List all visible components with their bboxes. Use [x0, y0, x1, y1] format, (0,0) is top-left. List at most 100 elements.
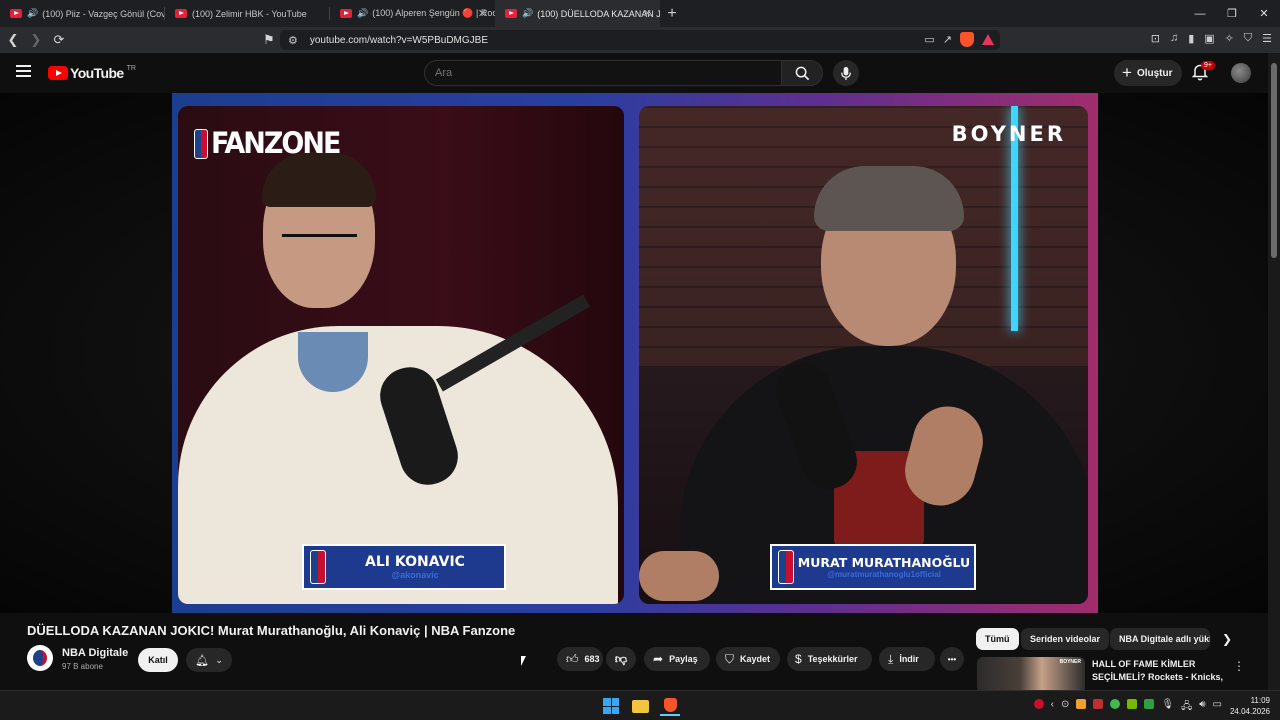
guest-handle: @akonavic: [391, 570, 439, 580]
browser-tab[interactable]: 🔊 (100) Alperen Şengün 🔴 | Rockets ✕: [330, 0, 495, 27]
download-icon: ⤓: [888, 651, 894, 666]
battery-icon[interactable]: ▭: [1213, 699, 1222, 716]
recommendation-more-icon[interactable]: ⋮: [1233, 659, 1245, 673]
clock-time: 11:09: [1250, 696, 1270, 705]
reload-icon[interactable]: ⟳: [49, 30, 69, 50]
account-avatar[interactable]: [1231, 63, 1251, 83]
brave-shields-icon[interactable]: [960, 32, 974, 47]
bell-icon: 🔔︎: [195, 654, 210, 667]
speaker-icon[interactable]: 🔊: [27, 8, 38, 19]
microphone-tray-icon[interactable]: 🎙︎: [1161, 699, 1174, 716]
toolbar-extensions: ⊡ ♫ ▮ ▣ ✧ ⛉ ☰: [1151, 32, 1272, 45]
channel-name[interactable]: NBA Digitale: [62, 647, 128, 659]
close-tab-icon[interactable]: ✕: [643, 7, 652, 20]
app-tray-icon[interactable]: [1093, 699, 1104, 709]
minimize-button[interactable]: —: [1184, 0, 1216, 27]
brave-browser-icon[interactable]: [660, 696, 680, 716]
like-button[interactable]: 👍︎ 683: [557, 647, 603, 671]
guest-handle: @muratmurathanoglu1official: [827, 570, 941, 579]
site-info-icon[interactable]: ⚙: [288, 34, 298, 47]
bookmark-icon[interactable]: ⚑: [259, 30, 279, 50]
chip-series[interactable]: Seriden videolar: [1021, 628, 1110, 650]
guest-nametag: MURAT MURATHANOĞLU @muratmurathanoglu1of…: [770, 544, 976, 590]
tab-title: (100) Zelimir HBK - YouTube: [192, 8, 307, 19]
plus-icon: +: [1122, 63, 1132, 82]
nba-logo-icon: [778, 550, 794, 584]
cast-icon[interactable]: ▭: [924, 33, 934, 46]
more-icon: •••: [947, 654, 957, 664]
channel-avatar[interactable]: [27, 645, 53, 671]
speaker-icon[interactable]: 🔊: [357, 8, 368, 19]
youtube-header: YouTube TR + Oluştur 9+: [0, 53, 1268, 93]
guest-name: ALI KONAVIC: [365, 554, 465, 570]
wallet-icon[interactable]: ▣: [1204, 32, 1214, 45]
create-button[interactable]: + Oluştur: [1114, 60, 1182, 86]
chevron-right-icon[interactable]: ❯: [1222, 632, 1232, 646]
url-text[interactable]: youtube.com/watch?v=W5PBuDMGJBE: [310, 35, 488, 46]
app-tray-icon[interactable]: [1076, 699, 1087, 709]
tab-title: (100) DÜELLODA KAZANAN J: [537, 8, 660, 19]
share-button[interactable]: ➦ Paylaş: [644, 647, 710, 671]
screenshot-icon[interactable]: ⊡: [1151, 32, 1160, 45]
sidebar-icon[interactable]: ▮: [1188, 32, 1194, 45]
nba-logo-icon: [310, 550, 326, 584]
join-button[interactable]: Katıl: [138, 648, 178, 672]
clock-date: 24.04.2026: [1229, 707, 1270, 716]
menu-icon[interactable]: ☰: [1262, 32, 1272, 45]
save-button[interactable]: ⛉ Kaydet: [716, 647, 780, 671]
back-icon[interactable]: ❮: [3, 30, 23, 50]
thumbs-up-icon: 👍︎: [566, 651, 579, 666]
network-icon[interactable]: 🖧: [1181, 699, 1192, 716]
download-button[interactable]: ⤓ İndir: [879, 647, 935, 671]
browser-tab[interactable]: (100) Zelimir HBK - YouTube: [165, 0, 330, 27]
super-thanks-icon: $: [795, 652, 802, 666]
speaker-icon[interactable]: 🔊: [522, 8, 533, 19]
media-icon[interactable]: ♫: [1170, 32, 1178, 45]
nvidia-icon[interactable]: [1127, 699, 1138, 709]
volume-icon[interactable]: 🔊︎: [1199, 699, 1205, 716]
restore-button[interactable]: ❐: [1216, 0, 1248, 27]
new-tab-button[interactable]: +: [660, 0, 684, 27]
video-player[interactable]: FANZONE ALI KONAVIC @akonavic BOYNER MUR…: [0, 93, 1268, 613]
page-scrollbar[interactable]: [1268, 53, 1280, 693]
close-window-button[interactable]: ✕: [1248, 0, 1280, 27]
hamburger-menu-icon[interactable]: [16, 65, 31, 80]
windows-start-icon[interactable]: [601, 696, 621, 716]
browser-tab[interactable]: 🔊 (100) Piiz - Vazgeç Gönül (Cover): [0, 0, 165, 27]
mouse-cursor-icon: [521, 656, 526, 666]
subscription-notification-button[interactable]: 🔔︎ ⌄: [186, 648, 232, 672]
chip-all[interactable]: Tümü: [976, 628, 1019, 650]
vpn-icon[interactable]: ⛉: [1244, 32, 1252, 45]
microphone-icon: [841, 66, 851, 80]
steam-icon[interactable]: ⊙: [1061, 699, 1069, 716]
file-explorer-icon[interactable]: [630, 696, 650, 716]
voice-search-button[interactable]: [833, 60, 859, 86]
search-input[interactable]: [435, 67, 735, 79]
share-icon[interactable]: ↗: [943, 33, 952, 46]
thanks-button[interactable]: $ Teşekkürler: [787, 647, 872, 671]
video-frame[interactable]: FANZONE ALI KONAVIC @akonavic BOYNER MUR…: [172, 93, 1098, 613]
browser-tab-active[interactable]: 🔊 (100) DÜELLODA KAZANAN J ✕: [495, 0, 660, 27]
youtube-favicon-icon: [340, 9, 352, 18]
forward-icon[interactable]: ❯: [26, 30, 46, 50]
leo-ai-icon[interactable]: ✧: [1225, 32, 1234, 45]
antivirus-icon[interactable]: [1033, 699, 1044, 709]
address-bar[interactable]: ⚙ youtube.com/watch?v=W5PBuDMGJBE ▭ ↗: [280, 30, 1000, 50]
brave-rewards-icon[interactable]: [982, 34, 994, 45]
window-controls: — ❐ ✕: [1184, 0, 1280, 27]
chip-channel-uploads[interactable]: NBA Digitale adlı yükl: [1110, 628, 1210, 650]
close-tab-icon[interactable]: ✕: [478, 7, 487, 20]
tray-arrow-icon[interactable]: ‹: [1051, 699, 1054, 716]
search-box[interactable]: [424, 60, 782, 86]
app-tray-icon[interactable]: [1110, 699, 1121, 709]
recommendation-thumbnail[interactable]: BOYNER: [977, 657, 1085, 693]
video-info-area: DÜELLODA KAZANAN JOKIC! Murat Murathanoğ…: [0, 613, 1268, 695]
youtube-logo[interactable]: YouTube TR: [48, 65, 136, 81]
system-clock[interactable]: 11:09 24.04.2026: [1230, 695, 1270, 717]
share-arrow-icon: ➦: [653, 652, 664, 666]
scrollbar-thumb[interactable]: [1271, 63, 1277, 258]
dislike-button[interactable]: 👎︎: [606, 647, 636, 671]
more-actions-button[interactable]: •••: [940, 647, 964, 671]
search-button[interactable]: [781, 60, 823, 86]
app-tray-icon[interactable]: [1144, 699, 1155, 709]
